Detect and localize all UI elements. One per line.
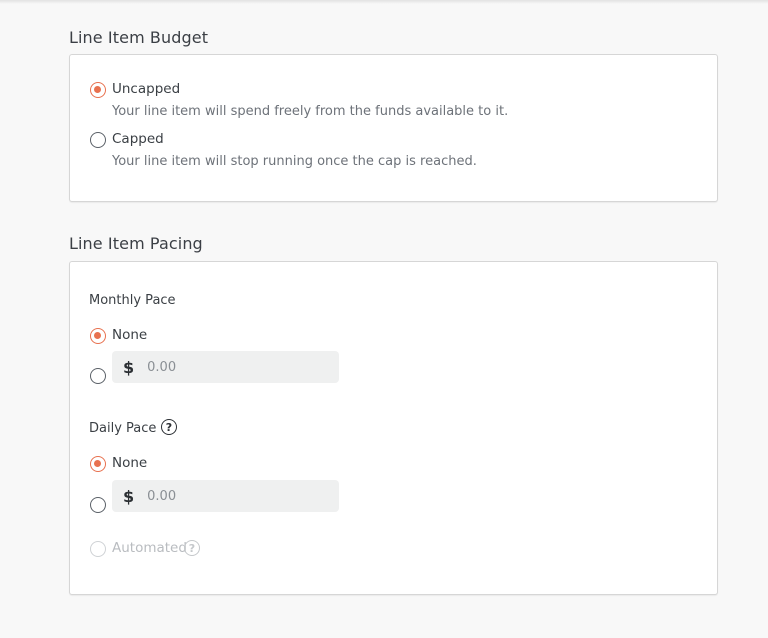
dollar-icon: $ [123, 486, 135, 506]
pacing-card: Monthly Pace None $ Daily Pace ? None $ … [69, 261, 718, 595]
uncapped-label[interactable]: Uncapped [112, 81, 180, 97]
monthly-none-radio[interactable] [90, 328, 106, 344]
monthly-pace-label: Monthly Pace [89, 293, 176, 308]
question-circle-icon[interactable]: ? [184, 540, 200, 556]
automated-radio[interactable] [90, 541, 106, 557]
capped-radio[interactable] [90, 132, 106, 148]
daily-amount-input[interactable] [147, 488, 318, 504]
daily-pace-label: Daily Pace [89, 421, 157, 436]
pacing-section-title: Line Item Pacing [69, 234, 203, 253]
daily-amount-field[interactable]: $ [112, 480, 339, 512]
automated-label[interactable]: Automated [112, 540, 187, 556]
monthly-none-label[interactable]: None [112, 327, 147, 343]
capped-label[interactable]: Capped [112, 131, 164, 147]
daily-amount-radio[interactable] [90, 497, 106, 513]
uncapped-radio[interactable] [90, 82, 106, 98]
top-shadow [0, 0, 768, 4]
capped-description: Your line item will stop running once th… [112, 154, 477, 169]
dollar-icon: $ [123, 357, 135, 377]
budget-section-title: Line Item Budget [69, 28, 209, 47]
question-circle-icon[interactable]: ? [161, 419, 177, 435]
monthly-amount-field[interactable]: $ [112, 351, 339, 383]
monthly-amount-input[interactable] [147, 359, 318, 375]
monthly-amount-radio[interactable] [90, 368, 106, 384]
daily-none-radio[interactable] [90, 456, 106, 472]
budget-card: Uncapped Your line item will spend freel… [69, 54, 718, 202]
daily-none-label[interactable]: None [112, 455, 147, 471]
uncapped-description: Your line item will spend freely from th… [112, 104, 509, 119]
